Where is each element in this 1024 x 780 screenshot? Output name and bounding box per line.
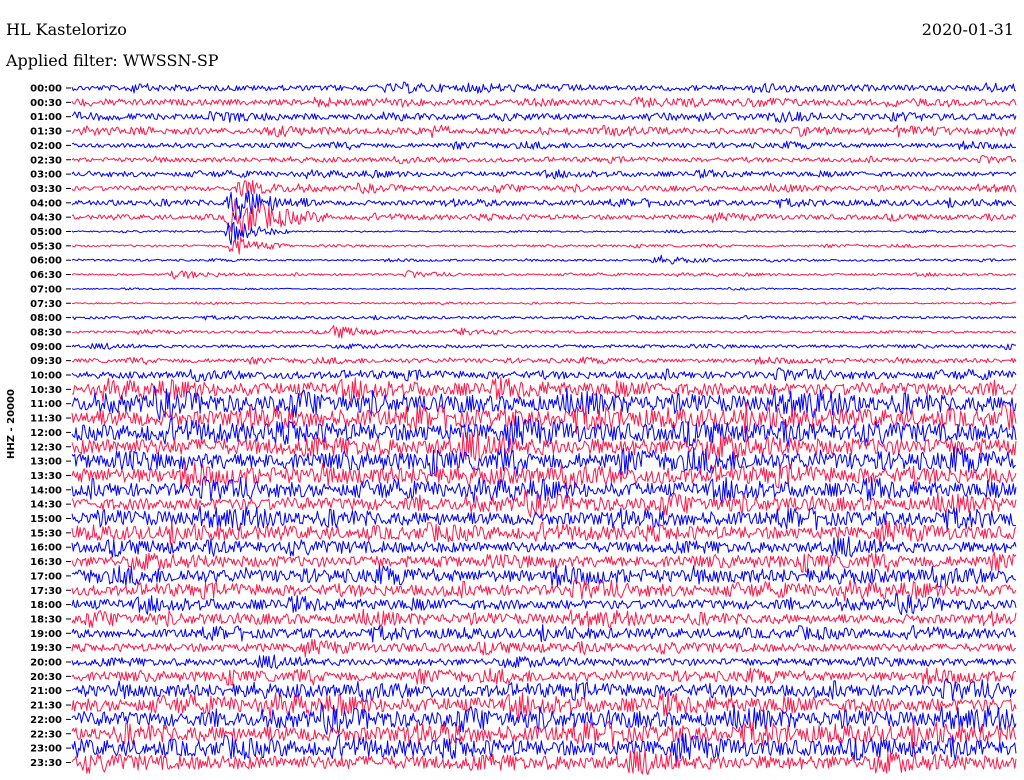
trace-row: [71, 190, 1017, 221]
trace-row: [71, 169, 1017, 180]
row-label: 13:00: [30, 457, 62, 468]
trace-row: [71, 702, 1017, 735]
trace-row: [71, 654, 1017, 670]
trace-row: [71, 367, 1017, 382]
row-label: 23:00: [30, 744, 62, 755]
row-label: 07:30: [30, 299, 62, 310]
row-label: 16:30: [30, 557, 62, 568]
row-label: 14:30: [30, 500, 62, 511]
row-label: 14:00: [30, 485, 62, 496]
trace-row: [71, 608, 1017, 629]
row-label: 22:30: [30, 729, 62, 740]
trace-row: [71, 748, 1017, 776]
row-label: 22:00: [30, 715, 62, 726]
trace-row: [71, 96, 1017, 108]
trace-row: [71, 342, 1017, 350]
row-label: 12:00: [30, 428, 62, 439]
row-label: 17:30: [30, 586, 62, 597]
row-label: 04:00: [30, 198, 62, 209]
trace-row: [71, 180, 1017, 197]
row-label: 01:30: [30, 127, 62, 138]
trace-layer: [71, 81, 1017, 776]
row-label: 21:30: [30, 701, 62, 712]
row-label: 10:30: [30, 385, 62, 396]
row-label: 00:00: [30, 84, 62, 95]
channel-label: HHZ - 20000: [6, 389, 17, 459]
row-label: 15:30: [30, 528, 62, 539]
trace-row: [71, 155, 1017, 165]
row-label: 01:00: [30, 112, 62, 123]
trace-row: [71, 287, 1017, 291]
helicorder-plot: 00:00 00:30 01:00 01:30 02:00 02:30 03:00 03:30…: [6, 81, 1017, 776]
row-label: 05:30: [30, 241, 62, 252]
trace-row: [71, 124, 1017, 139]
trace-row: [71, 624, 1017, 643]
row-label: 21:00: [30, 686, 62, 697]
row-label: 13:30: [30, 471, 62, 482]
row-label: 08:30: [30, 327, 62, 338]
row-label: 15:00: [30, 514, 62, 525]
row-label: 17:00: [30, 571, 62, 582]
trace-row: [71, 81, 1017, 94]
trace-row: [71, 111, 1017, 123]
trace-row: [71, 446, 1016, 477]
row-label: 06:00: [30, 256, 62, 267]
row-label: 09:30: [30, 356, 62, 367]
row-label: 06:30: [30, 270, 62, 281]
row-label: 08:00: [30, 313, 62, 324]
row-label: 09:00: [30, 342, 62, 353]
trace-row: [71, 505, 1017, 532]
trace-row: [71, 301, 1017, 306]
trace-row: [71, 270, 1016, 280]
time-axis: 00:00 00:30 01:00 01:30 02:00 02:30 03:00 03:30…: [30, 84, 71, 769]
trace-row: [71, 314, 1017, 321]
row-label: 05:00: [30, 227, 62, 238]
trace-row: [71, 579, 1017, 602]
row-label: 11:30: [30, 414, 62, 425]
row-label: 19:30: [30, 643, 62, 654]
trace-row: [71, 356, 1017, 366]
row-label: 23:30: [30, 758, 62, 769]
row-label: 12:30: [30, 442, 62, 453]
row-label: 19:00: [30, 629, 62, 640]
row-label: 20:00: [30, 658, 62, 669]
trace-row: [71, 638, 1017, 658]
trace-row: [71, 377, 1017, 403]
row-label: 07:00: [30, 284, 62, 295]
row-label: 16:00: [30, 543, 62, 554]
trace-row: [71, 324, 1017, 339]
trace-row: [71, 140, 1017, 151]
row-label: 02:30: [30, 155, 62, 166]
row-label: 18:30: [30, 614, 62, 625]
row-label: 10:00: [30, 371, 62, 382]
row-label: 00:30: [30, 98, 62, 109]
trace-row: [71, 536, 1017, 558]
row-label: 03:00: [30, 170, 62, 181]
trace-row: [71, 237, 1017, 255]
row-label: 04:30: [30, 213, 62, 224]
trace-row: [71, 667, 1017, 686]
row-label: 18:00: [30, 600, 62, 611]
trace-row: [71, 254, 1017, 265]
trace-row: [71, 221, 1017, 246]
row-label: 11:00: [30, 399, 62, 410]
row-label: 20:30: [30, 672, 62, 683]
row-label: 02:00: [30, 141, 62, 152]
row-label: 03:30: [30, 184, 62, 195]
